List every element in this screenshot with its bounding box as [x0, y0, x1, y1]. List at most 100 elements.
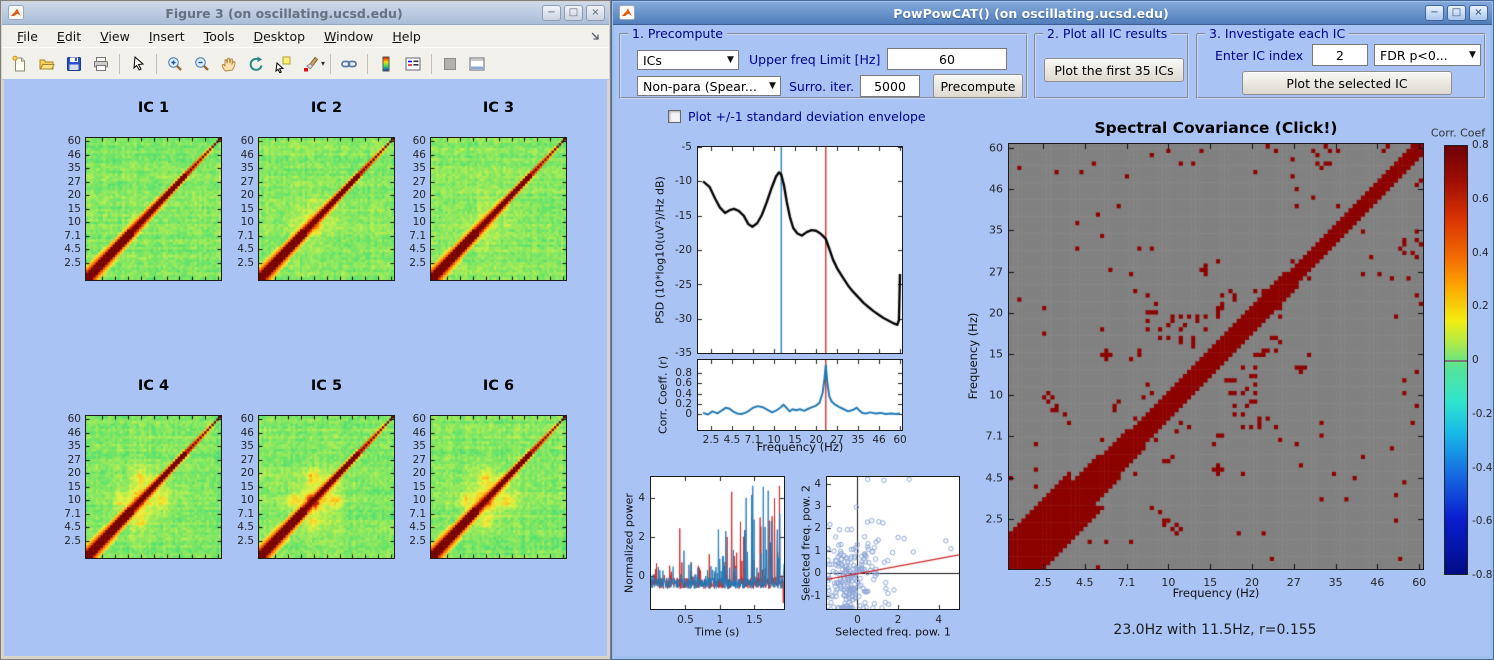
maximize-button[interactable]: □ [564, 5, 583, 21]
colorbar[interactable] [1444, 145, 1468, 575]
tick-label: 0.2 [1472, 300, 1489, 313]
chevron-down-icon: ▼ [1469, 50, 1476, 60]
tick-label: 4 [814, 477, 821, 490]
tick-label: 0.8 [675, 366, 692, 379]
edit-plot-icon[interactable] [125, 51, 151, 77]
tick-label: 7.1 [409, 507, 426, 520]
spectral-covariance-heatmap[interactable] [1008, 143, 1424, 570]
investigate-panel: 3. Investigate each IC Enter IC index FD… [1196, 26, 1486, 99]
psd-plot [697, 146, 903, 354]
data-cursor-icon[interactable] [270, 51, 296, 77]
colorbar-zero-line [1445, 360, 1467, 362]
print-figure-icon[interactable] [88, 51, 114, 77]
tick-label: 4.5 [409, 521, 426, 533]
tick-label: 15 [67, 480, 81, 493]
tick-label: 0.6 [1472, 192, 1489, 205]
menu-item-desktop[interactable]: Desktop [244, 27, 315, 46]
timeseries-xlabel: Time (s) [694, 625, 740, 639]
tick-label: 10 [412, 494, 426, 506]
precompute-button[interactable]: Precompute [933, 74, 1023, 98]
surro-iter-input[interactable] [860, 75, 920, 97]
tick-label: 1 [716, 614, 724, 626]
menu-item-edit[interactable]: Edit [48, 27, 91, 46]
menu-item-file[interactable]: File [8, 27, 48, 46]
menu-item-view[interactable]: View [91, 27, 140, 46]
powpowcat-titlebar[interactable]: PowPowCAT() (on oscillating.ucsd.edu) − … [613, 2, 1492, 25]
zoom-out-icon[interactable] [189, 51, 215, 77]
link-plot-icon[interactable] [336, 51, 362, 77]
tick-label: 15 [788, 434, 802, 446]
tick-label: -25 [674, 278, 692, 291]
method-dropdown[interactable]: Non-para (Spear... ▼ [637, 76, 781, 96]
figure3-titlebar[interactable]: Figure 3 (on oscillating.ucsd.edu) − □ × [2, 2, 609, 25]
close-button[interactable]: × [586, 5, 605, 21]
dropdown-value: Non-para (Spear... [643, 78, 757, 94]
tick-label: 60 [67, 413, 81, 425]
tick-label: 46 [412, 148, 426, 161]
insert-colorbar-icon[interactable] [373, 51, 399, 77]
tick-label: -10 [674, 175, 692, 188]
dock-arrow-icon[interactable] [590, 27, 601, 46]
tick-label: 20 [240, 467, 254, 479]
plot-first-ics-button[interactable]: Plot the first 35 ICs [1044, 58, 1184, 82]
tick-label: 46 [872, 434, 886, 446]
maximize-button[interactable]: □ [1447, 5, 1466, 21]
tick-label: 7.1 [985, 429, 1004, 443]
tick-label: 2.5 [702, 434, 720, 446]
tick-label: 20 [67, 467, 81, 479]
tick-label: 0 [1472, 354, 1479, 366]
menu-item-tools[interactable]: Tools [195, 27, 245, 46]
desktop: Figure 3 (on oscillating.ucsd.edu) − □ ×… [0, 0, 1494, 660]
upper-freq-label: Upper freq Limit [Hz] [749, 52, 881, 67]
ic-covariance-plot [430, 137, 567, 281]
pan-icon[interactable] [216, 51, 242, 77]
envelope-checkbox[interactable] [668, 110, 681, 123]
save-figure-icon[interactable] [61, 51, 87, 77]
tick-label: 60 [893, 434, 907, 446]
fdr-dropdown[interactable]: FDR p<0... ▼ [1374, 44, 1481, 66]
brush-icon[interactable] [297, 51, 323, 77]
menu-item-insert[interactable]: Insert [140, 27, 195, 46]
ic-index-input[interactable] [1312, 44, 1368, 66]
minimize-button[interactable]: − [1425, 5, 1444, 21]
tick-label: 0 [814, 567, 821, 580]
menu-item-window[interactable]: Window [315, 27, 383, 46]
covariance-canvas[interactable] [1009, 144, 1423, 569]
covariance-ylabel: Frequency (Hz) [966, 312, 980, 400]
dropdown-value: ICs [643, 52, 662, 68]
tick-label: 4 [935, 614, 943, 626]
tick-label: 0.4 [675, 387, 692, 400]
menu-item-help[interactable]: Help [383, 27, 431, 46]
show-plot-tools-icon[interactable] [464, 51, 490, 77]
ic-heatmap-canvas [431, 138, 566, 280]
zoom-in-icon[interactable] [162, 51, 188, 77]
upper-freq-input[interactable] [887, 48, 1007, 70]
tick-label: -0.4 [1472, 461, 1493, 474]
tick-label: 4.5 [237, 243, 254, 255]
tick-label: 4.5 [985, 471, 1004, 485]
insert-legend-icon[interactable] [400, 51, 426, 77]
colorbar-title: Corr. Coef [1430, 126, 1486, 140]
rotate-3d-icon[interactable] [243, 51, 269, 77]
tick-label: 10 [240, 216, 254, 228]
tick-label: 35 [240, 162, 254, 174]
new-figure-icon[interactable] [7, 51, 33, 77]
open-file-icon[interactable] [34, 51, 60, 77]
tick-label: 2 [814, 522, 821, 535]
brush-dropdown-icon[interactable]: ▾ [321, 59, 325, 68]
plot-selected-ic-button[interactable]: Plot the selected IC [1242, 71, 1452, 95]
tick-label: 35 [1328, 576, 1343, 589]
tick-label: 0 [685, 408, 692, 421]
ic-or-channel-dropdown[interactable]: ICs ▼ [637, 50, 739, 70]
tick-label: 15 [67, 202, 81, 215]
ic-title: IC 2 [310, 100, 343, 116]
hide-plot-tools-icon[interactable] [437, 51, 463, 77]
tick-label: 15 [1203, 576, 1218, 589]
minimize-button[interactable]: − [542, 5, 561, 21]
tick-label: 7.1 [744, 434, 762, 446]
tick-label: 20 [989, 306, 1003, 320]
enter-ic-index-label: Enter IC index [1215, 48, 1304, 63]
ic-heatmap-canvas [86, 416, 221, 558]
close-button[interactable]: × [1469, 5, 1488, 21]
tick-label: 27 [989, 265, 1003, 279]
